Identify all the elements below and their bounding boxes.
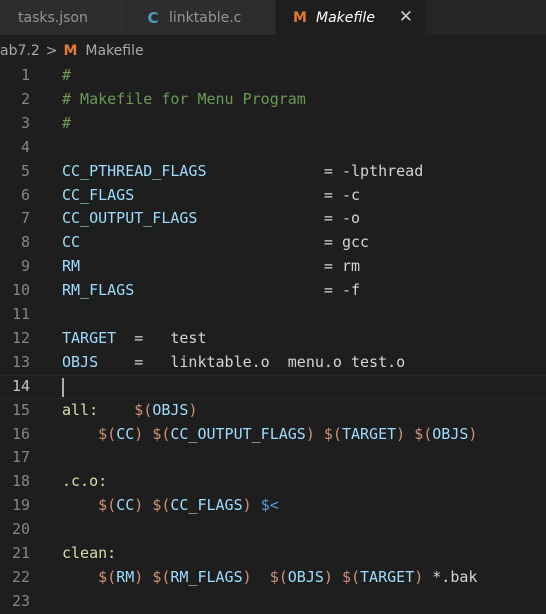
code-text: CC_OUTPUT_FLAGS = -o <box>62 209 361 228</box>
line-number: 5 <box>20 161 30 180</box>
makefile-icon: M <box>63 43 78 59</box>
makefile-icon: M <box>293 9 307 26</box>
code-text: CC_FLAGS = -c <box>62 185 361 204</box>
code-line[interactable]: 11 <box>0 303 546 327</box>
code-line[interactable]: 7 CC_OUTPUT_FLAGS = -o <box>0 207 546 231</box>
code-text: $(RM) $(RM_FLAGS) $(OBJS) $(TARGET) *.ba… <box>98 567 478 586</box>
code-text: clean: <box>62 544 117 562</box>
line-number: 16 <box>11 424 30 443</box>
close-icon[interactable]: ✕ <box>399 7 413 27</box>
line-number: 23 <box>11 591 30 610</box>
code-text: # <box>62 66 72 84</box>
code-text: # <box>62 113 72 132</box>
line-number: 2 <box>20 89 30 108</box>
code-line[interactable]: 13 OBJS = linktable.o menu.o test.o <box>0 351 546 375</box>
editor-tab-bar: tasks.json C linktable.c M Makefile ✕ <box>0 0 546 35</box>
code-text: TARGET = test <box>62 328 207 347</box>
tab-label: linktable.c <box>169 9 242 26</box>
line-number: 14 <box>11 376 30 395</box>
code-line[interactable]: 16 $(CC) $(CC_OUTPUT_FLAGS) $(TARGET) $(… <box>0 423 546 447</box>
code-line[interactable]: 17 <box>0 446 546 470</box>
code-text: $(CC) $(CC_FLAGS) $< <box>98 496 279 515</box>
code-text: OBJS = linktable.o menu.o test.o <box>62 352 406 371</box>
line-number: 1 <box>20 66 30 84</box>
line-number: 9 <box>20 257 30 276</box>
code-text: $(CC) $(CC_OUTPUT_FLAGS) $(TARGET) $(OBJ… <box>98 424 478 443</box>
chevron-right-icon: > <box>45 43 58 59</box>
breadcrumb-file[interactable]: Makefile <box>85 43 143 59</box>
tab-tasks-json[interactable]: tasks.json <box>0 0 127 35</box>
code-line[interactable]: 10 RM_FLAGS = -f <box>0 279 546 303</box>
text-cursor <box>62 377 64 397</box>
line-number: 3 <box>20 113 30 132</box>
code-line[interactable]: 8 CC = gcc <box>0 231 546 255</box>
code-line[interactable]: 4 <box>0 136 546 160</box>
line-number: 12 <box>11 328 30 347</box>
line-number: 4 <box>20 137 30 156</box>
line-number: 20 <box>11 520 30 539</box>
line-number: 11 <box>11 305 30 323</box>
code-line[interactable]: 21 clean: <box>0 542 546 566</box>
code-text: RM = rm <box>62 257 361 276</box>
line-number: 18 <box>11 472 30 491</box>
tab-makefile[interactable]: M Makefile ✕ <box>276 0 425 35</box>
code-line[interactable]: 20 <box>0 518 546 542</box>
code-text: RM_FLAGS = -f <box>62 281 361 300</box>
c-file-icon: C <box>147 8 159 27</box>
code-editor[interactable]: 1 #2 # Makefile for Menu Program 3 #4 5 CC_PTH… <box>0 64 546 612</box>
code-line[interactable]: 19 $(CC) $(CC_FLAGS) $< <box>0 494 546 518</box>
code-text: all: $(OBJS) <box>62 400 198 419</box>
code-line[interactable]: 15 all: $(OBJS) <box>0 399 546 423</box>
code-text: CC = gcc <box>62 233 370 252</box>
line-number: 19 <box>11 496 30 515</box>
code-line[interactable]: 12 TARGET = test <box>0 327 546 351</box>
code-line[interactable]: 22 $(RM) $(RM_FLAGS) $(OBJS) $(TARGET) *… <box>0 566 546 590</box>
line-number: 22 <box>11 567 30 586</box>
breadcrumb: ab7.2 > M Makefile <box>0 40 144 62</box>
code-text: # Makefile for Menu Program <box>62 89 306 108</box>
tab-linktable-c[interactable]: C linktable.c <box>127 0 276 35</box>
line-number: 7 <box>20 209 30 228</box>
tab-label: Makefile <box>316 9 375 26</box>
code-line[interactable]: 5 CC_PTHREAD_FLAGS = -lpthread <box>0 160 546 184</box>
code-line[interactable]: 3 # <box>0 112 546 136</box>
line-number: 21 <box>11 544 30 562</box>
code-text: .c.o: <box>62 472 108 491</box>
code-line[interactable]: 6 CC_FLAGS = -c <box>0 184 546 208</box>
code-line[interactable]: 9 RM = rm <box>0 255 546 279</box>
code-text: CC_PTHREAD_FLAGS = -lpthread <box>62 161 424 180</box>
code-line[interactable]: 18 .c.o: <box>0 470 546 494</box>
line-number: 17 <box>11 448 30 467</box>
code-line[interactable]: 1 # <box>0 64 546 88</box>
line-number: 6 <box>20 185 30 204</box>
tab-label: tasks.json <box>18 9 88 26</box>
code-line[interactable]: 23 <box>0 590 546 614</box>
line-number: 15 <box>11 400 30 419</box>
line-number: 10 <box>11 281 30 300</box>
breadcrumb-folder[interactable]: ab7.2 <box>0 43 40 59</box>
line-number: 8 <box>20 233 30 252</box>
code-line[interactable]: 2 # Makefile for Menu Program <box>0 88 546 112</box>
line-number: 13 <box>11 352 30 371</box>
code-line[interactable]: 14 <box>0 375 546 399</box>
